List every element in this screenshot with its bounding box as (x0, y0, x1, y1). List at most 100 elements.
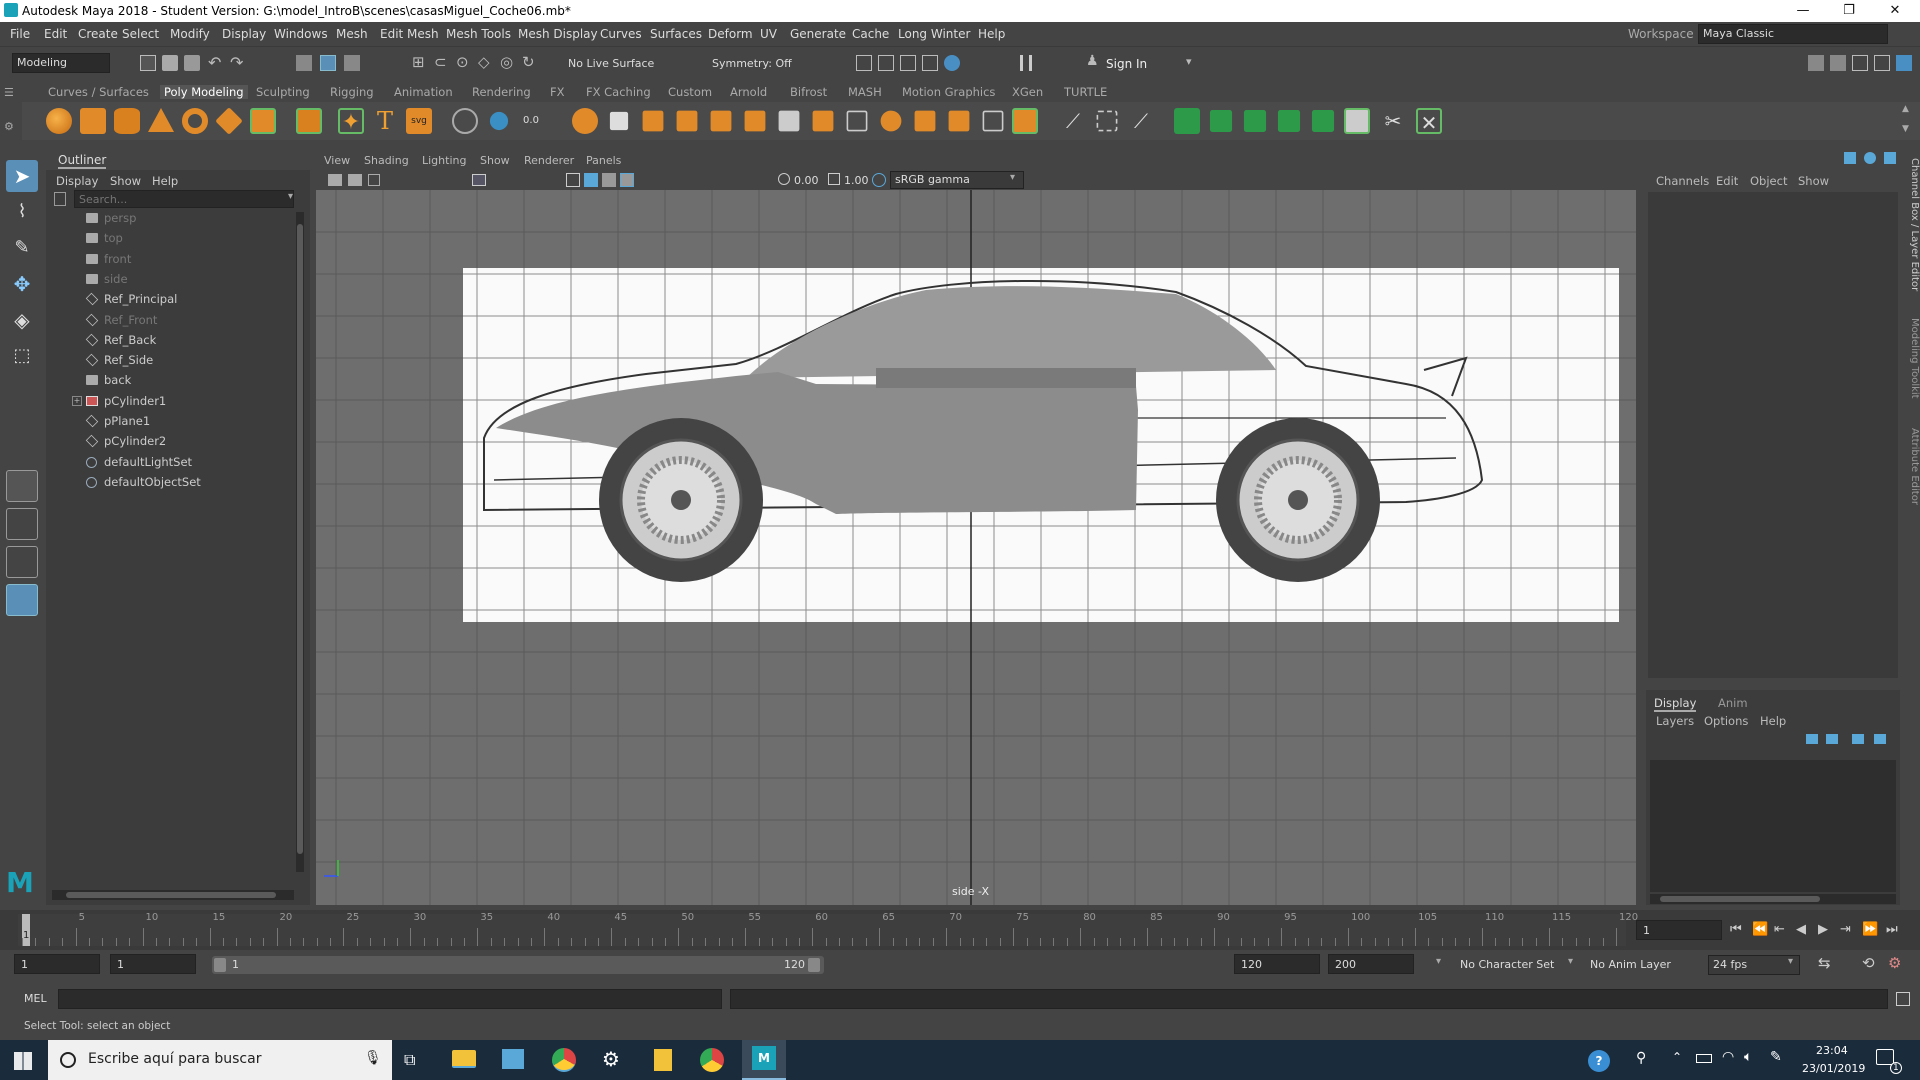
wedge-icon[interactable] (846, 110, 868, 132)
shelf-tab-poly-modeling[interactable]: Poly Modeling (160, 85, 248, 99)
animation-preferences-icon[interactable]: ⚙ (1888, 954, 1901, 972)
wifi-icon[interactable]: ◠ (1722, 1049, 1734, 1065)
tool-settings-toggle-icon[interactable] (1874, 55, 1890, 71)
new-scene-icon[interactable] (140, 55, 156, 71)
outliner-horizontal-scrollbar[interactable] (52, 890, 294, 900)
file-explorer-icon[interactable] (452, 1050, 476, 1068)
start-windows-icon[interactable] (14, 1052, 32, 1070)
menu-edit-mesh[interactable]: Edit Mesh (380, 27, 439, 41)
bookmark-icon[interactable] (368, 174, 380, 186)
grid-toggle-icon[interactable] (472, 174, 486, 186)
anim-layer-dropdown[interactable]: No Anim Layer (1590, 958, 1671, 971)
bridge-icon[interactable] (609, 111, 629, 131)
time-slider[interactable]: 1 5 10 15 20 25 30 35 40 45 50 55 60 65 70 75 80 85 90 95 1… (0, 910, 1920, 950)
single-perspective-layout-icon[interactable] (6, 470, 38, 502)
chrome-icon[interactable] (552, 1048, 576, 1072)
bool-icon[interactable] (676, 110, 698, 132)
smooth-shade-icon[interactable] (584, 173, 598, 187)
redo-icon[interactable]: ↷ (230, 53, 243, 72)
menu-display[interactable]: Display (222, 27, 266, 41)
select-hierarchy-icon[interactable] (296, 55, 312, 71)
snap-surface-icon[interactable]: ◎ (500, 53, 513, 71)
insert-edge-loop-icon[interactable] (1096, 110, 1118, 132)
shelf-tab-bifrost[interactable]: Bifrost (790, 85, 827, 99)
sign-in-button[interactable]: Sign In (1106, 57, 1147, 71)
gamma-field[interactable]: 1.00 (844, 174, 869, 187)
menu-cache[interactable]: Cache (852, 27, 889, 41)
outliner-vertical-scrollbar[interactable] (296, 212, 304, 872)
poly-star-icon[interactable]: ✦ (338, 108, 364, 135)
platonic-solid-icon[interactable] (296, 108, 322, 134)
outliner-item[interactable]: top (46, 228, 292, 248)
shelf-tab-curves-surfaces[interactable]: Curves / Surfaces (48, 85, 149, 99)
help-circle-icon[interactable]: ? (1588, 1050, 1610, 1072)
layer-menu-help[interactable]: Help (1760, 714, 1786, 728)
sign-in-chevron-down-icon[interactable]: ▾ (1186, 55, 1192, 68)
menu-surfaces[interactable]: Surfaces (650, 27, 702, 41)
snap-curve-icon[interactable]: ⊂ (434, 53, 447, 71)
side-tab-modeling-toolkit[interactable]: Modeling Toolkit (1900, 318, 1920, 418)
outliner-item[interactable]: Ref_Side (46, 350, 292, 370)
exposure-field[interactable]: 0.00 (794, 174, 819, 187)
viewport-menu-panels[interactable]: Panels (586, 154, 621, 167)
script-language-label[interactable]: MEL (24, 992, 47, 1005)
attribute-editor-toggle-icon[interactable] (1852, 55, 1868, 71)
menu-modify[interactable]: Modify (170, 27, 210, 41)
pen-icon[interactable]: ✎ (1770, 1049, 1782, 1065)
poly-cone-icon[interactable] (148, 108, 174, 132)
viewport-menu-lighting[interactable]: Lighting (422, 154, 466, 167)
range-slider[interactable]: 1 120 (212, 956, 824, 974)
range-slider-end-handle[interactable] (808, 958, 820, 972)
shelf-tab-sculpting[interactable]: Sculpting (256, 85, 310, 99)
outliner-item[interactable]: front (46, 249, 292, 269)
menu-uv[interactable]: UV (760, 27, 777, 41)
offset-edge-loop-icon[interactable]: ⟋ (1128, 108, 1154, 134)
snap-plane-icon[interactable]: ◇ (478, 53, 490, 71)
menu-mesh[interactable]: Mesh (336, 27, 368, 41)
render-view-icon[interactable] (856, 55, 872, 71)
smooth-icon[interactable]: 0.0 (518, 108, 544, 134)
step-forward-key-icon[interactable]: ⏩ (1862, 922, 1878, 937)
clock-date[interactable]: 23/01/2019 (1802, 1062, 1865, 1075)
channelbox-help-icon[interactable] (1864, 152, 1876, 164)
poly-cube-icon[interactable] (80, 108, 106, 134)
shelf-scroll-down-icon[interactable]: ▼ (1902, 124, 1909, 134)
outliner-item[interactable]: Ref_Front (46, 310, 292, 330)
save-scene-icon[interactable] (184, 55, 200, 71)
shelf-tab-arnold[interactable]: Arnold (730, 85, 767, 99)
menu-mesh-tools[interactable]: Mesh Tools (446, 27, 511, 41)
workspace-dropdown[interactable]: Maya Classic (1698, 24, 1888, 44)
playback-end-field[interactable] (1234, 954, 1320, 974)
shelf-tab-rigging[interactable]: Rigging (330, 85, 374, 99)
quad-draw-icon[interactable] (1174, 108, 1200, 134)
script-editor-icon[interactable] (1896, 992, 1910, 1006)
side-tab-channel-box[interactable]: Channel Box / Layer Editor (1900, 158, 1920, 308)
auto-key-icon[interactable]: ⟲ (1862, 954, 1875, 972)
outliner-search-input[interactable] (74, 190, 294, 208)
poly-cylinder-icon[interactable] (114, 108, 140, 134)
outliner-item[interactable]: defaultLightSet (46, 452, 292, 472)
fps-chevron-down-icon[interactable]: ▾ (1788, 956, 1793, 967)
mirror-icon[interactable] (1012, 108, 1038, 134)
people-icon[interactable]: ⚲ (1636, 1050, 1646, 1066)
clock-time[interactable]: 23:04 (1816, 1044, 1848, 1057)
snap-view-icon[interactable]: ↻ (522, 53, 535, 71)
menu-set-dropdown[interactable]: Modeling (12, 53, 110, 73)
layer-move-down-icon[interactable] (1826, 734, 1838, 744)
collapse-icon[interactable] (812, 110, 834, 132)
uv-cut-icon[interactable]: ✂ (1380, 108, 1406, 134)
snap-grid-icon[interactable]: ⊞ (412, 53, 425, 71)
anim-layer-chevron-down-icon[interactable]: ▾ (1568, 956, 1573, 967)
channelbox-menu-channels[interactable]: Channels (1656, 174, 1709, 188)
current-frame-field[interactable] (1636, 920, 1722, 940)
poke-icon[interactable] (914, 110, 936, 132)
close-button[interactable]: ✕ (1872, 0, 1918, 22)
channelbox-menu-edit[interactable]: Edit (1716, 174, 1738, 188)
range-slider-start-handle[interactable] (214, 958, 226, 972)
shelf-tab-animation[interactable]: Animation (394, 85, 453, 99)
hypershade-icon[interactable] (944, 55, 960, 71)
append-icon[interactable] (778, 110, 800, 132)
character-controls-toggle-icon[interactable] (1830, 55, 1846, 71)
four-view-layout-icon[interactable] (6, 508, 38, 540)
channelbox-edit-icon[interactable] (1884, 152, 1896, 164)
